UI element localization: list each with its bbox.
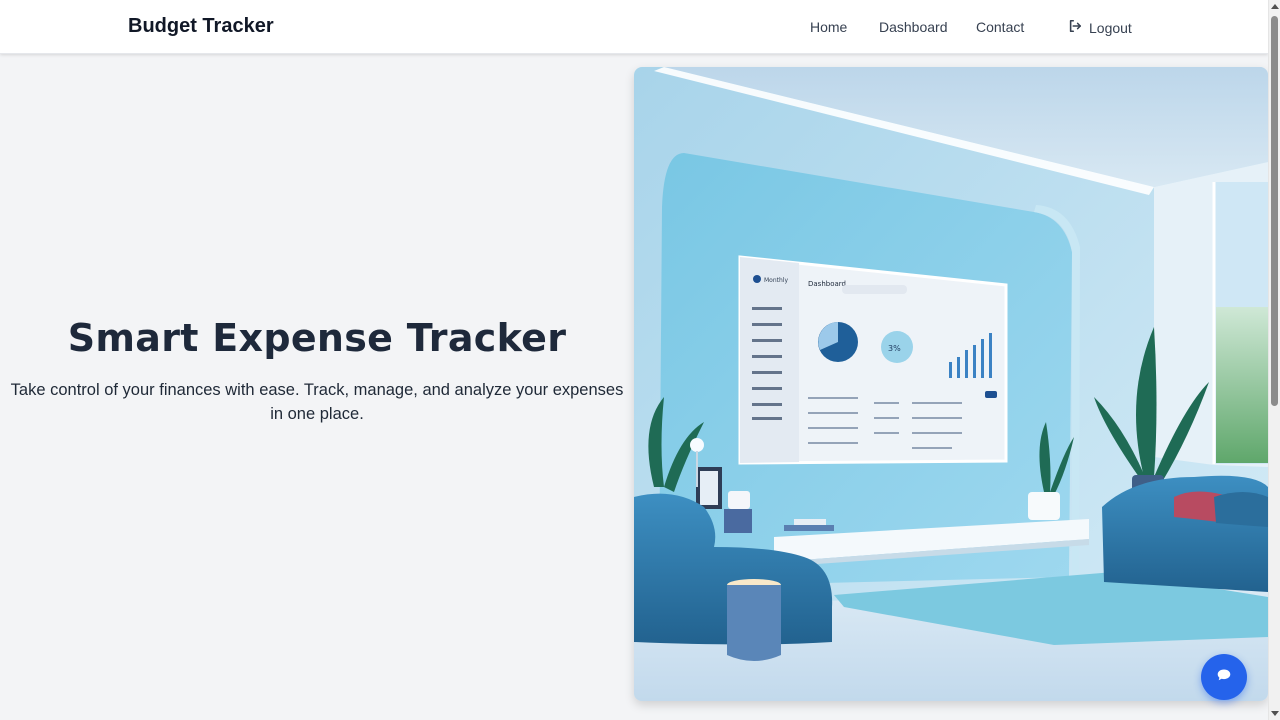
brand-logo[interactable]: Budget Tracker bbox=[128, 15, 274, 38]
chat-button[interactable] bbox=[1201, 654, 1247, 700]
svg-text:Dashboard: Dashboard bbox=[808, 280, 846, 288]
hero-subtitle: Take control of your finances with ease.… bbox=[10, 381, 624, 423]
hero-title: Smart Expense Tracker bbox=[67, 316, 567, 360]
svg-text:Monthly: Monthly bbox=[764, 277, 788, 284]
svg-text:3%: 3% bbox=[888, 344, 901, 353]
top-navbar: Budget Tracker Home Dashboard Contact Lo… bbox=[0, 0, 1268, 54]
hero-illustration: Monthly Dashboard 3% bbox=[634, 67, 1268, 701]
logout-icon bbox=[1068, 19, 1082, 36]
scroll-up-arrow-icon[interactable] bbox=[1271, 4, 1279, 9]
page-scrollbar[interactable] bbox=[1268, 0, 1280, 720]
scroll-down-arrow-icon[interactable] bbox=[1271, 711, 1279, 716]
nav-link-contact[interactable]: Contact bbox=[976, 19, 1024, 35]
nav-link-dashboard[interactable]: Dashboard bbox=[879, 19, 948, 35]
scroll-thumb[interactable] bbox=[1271, 16, 1278, 406]
logout-button[interactable]: Logout bbox=[1068, 19, 1132, 36]
logout-label: Logout bbox=[1089, 19, 1132, 36]
chat-bubble-icon bbox=[1216, 667, 1232, 688]
nav-link-home[interactable]: Home bbox=[810, 19, 847, 35]
hero-text-section: Smart Expense Tracker Take control of yo… bbox=[0, 54, 634, 720]
